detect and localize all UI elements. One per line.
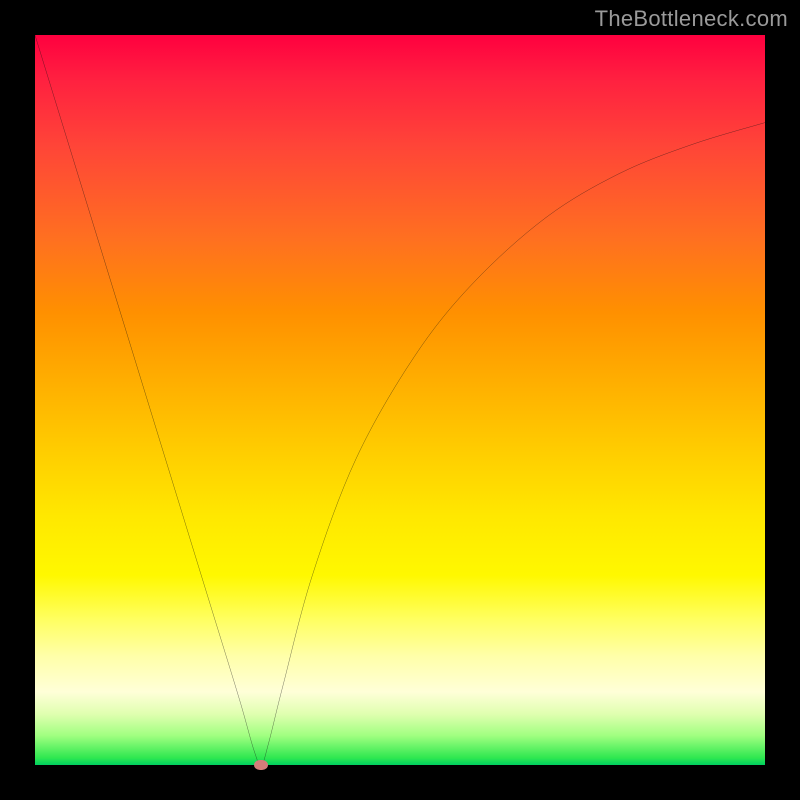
optimum-marker bbox=[254, 760, 268, 770]
chart-frame: TheBottleneck.com bbox=[0, 0, 800, 800]
bottleneck-curve bbox=[35, 35, 765, 765]
watermark-text: TheBottleneck.com bbox=[595, 6, 788, 32]
plot-area bbox=[35, 35, 765, 765]
